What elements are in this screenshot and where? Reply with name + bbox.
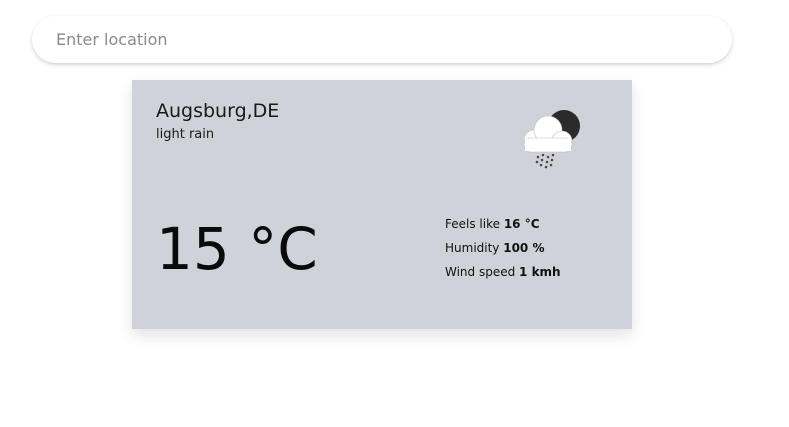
feels-like-value: 16 °C <box>503 217 540 231</box>
humidity-row: Humidity 100 % <box>445 240 561 264</box>
weather-description: light rain <box>156 127 215 142</box>
weather-card: Augsburg,DE light rain 15 °C Feels like … <box>132 80 632 329</box>
weather-details: Feels like 16 °C Humidity 100 % Wind spe… <box>445 216 561 288</box>
search-bar <box>32 16 732 63</box>
feels-like-row: Feels like 16 °C <box>445 216 561 240</box>
humidity-label: Humidity <box>445 241 504 255</box>
location-search-input[interactable] <box>32 16 732 63</box>
wind-speed-label: Wind speed <box>445 265 520 279</box>
feels-like-label: Feels like <box>445 217 504 231</box>
humidity-value: 100 % <box>503 241 545 255</box>
wind-speed-value: 1 kmh <box>519 265 561 279</box>
light-rain-cloud-moon-icon <box>523 110 580 169</box>
wind-speed-row: Wind speed 1 kmh <box>445 264 561 288</box>
current-temperature: 15 °C <box>156 215 318 283</box>
location-name: Augsburg,DE <box>156 100 280 122</box>
